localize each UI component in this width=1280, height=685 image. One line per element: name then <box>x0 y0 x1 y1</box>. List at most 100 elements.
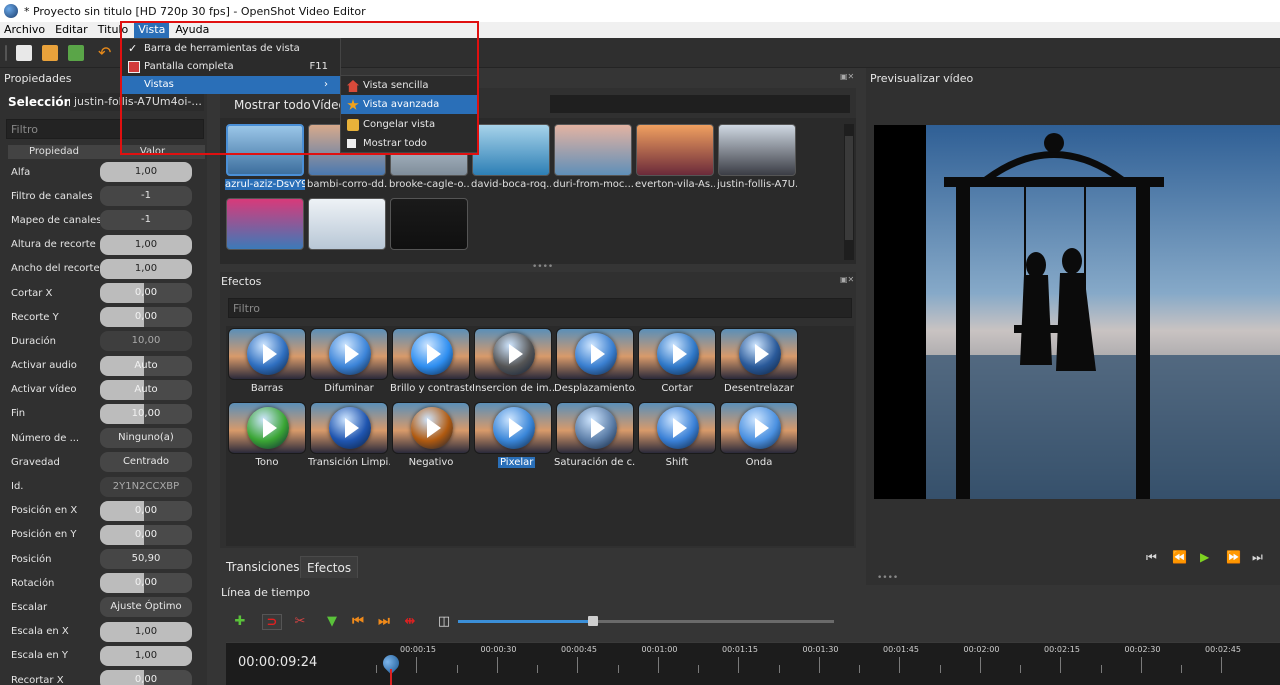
file-thumbnail[interactable] <box>226 198 304 250</box>
property-value[interactable]: -1 <box>100 186 192 207</box>
tab-effects[interactable]: Efectos <box>300 556 359 578</box>
menu-ayuda[interactable]: Ayuda <box>171 22 213 38</box>
property-row[interactable]: Id. 2Y1N2CCXBP <box>8 474 205 498</box>
menuitem-freeze-view[interactable]: Congelar vista <box>341 115 477 134</box>
menuitem-toolbar[interactable]: ✓ Barra de herramientas de vista <box>122 40 340 58</box>
property-value[interactable]: 0,00 <box>100 283 192 304</box>
menu-titulo[interactable]: Titulo <box>94 22 133 38</box>
property-value[interactable]: Centrado <box>100 452 192 473</box>
effect-thumbnail[interactable] <box>556 402 634 454</box>
effect-thumbnail[interactable] <box>392 402 470 454</box>
menuitem-simple-view[interactable]: Vista sencilla <box>341 76 477 95</box>
property-row[interactable]: Altura de recorte 1,00 <box>8 233 205 257</box>
effect-thumbnail[interactable] <box>720 402 798 454</box>
add-track-icon[interactable]: ✚ <box>232 614 248 630</box>
razor-icon[interactable]: ✂ <box>292 614 308 630</box>
files-search-input[interactable] <box>550 95 850 113</box>
property-value[interactable]: -1 <box>100 210 192 231</box>
property-value[interactable]: Ajuste Óptimo <box>100 597 192 618</box>
files-dock-buttons-icon[interactable]: ▣✕ <box>840 72 856 81</box>
property-row[interactable]: Fin 10,00 <box>8 402 205 426</box>
property-row[interactable]: Posición 50,90 <box>8 547 205 571</box>
zoom-slider-track[interactable] <box>594 620 834 623</box>
property-value[interactable]: 0,00 <box>100 670 192 685</box>
file-thumbnail[interactable] <box>390 198 468 250</box>
previous-marker-icon[interactable]: ⏮ <box>350 614 366 630</box>
property-row[interactable]: Activar vídeo Auto <box>8 378 205 402</box>
property-row[interactable]: Rotación 0,00 <box>8 571 205 595</box>
tab-transitions[interactable]: Transiciones <box>220 556 306 578</box>
effect-thumbnail[interactable] <box>638 328 716 380</box>
property-value[interactable]: 50,90 <box>100 549 192 570</box>
property-value[interactable]: 1,00 <box>100 645 192 666</box>
play-button[interactable]: ▶ <box>1200 550 1209 564</box>
property-row[interactable]: Filtro de canales -1 <box>8 184 205 208</box>
property-value[interactable]: 0,00 <box>100 500 192 521</box>
zoom-slider-filled[interactable] <box>458 620 594 623</box>
effect-thumbnail[interactable] <box>228 328 306 380</box>
property-row[interactable]: Alfa 1,00 <box>8 160 205 184</box>
property-row[interactable]: Mapeo de canales -1 <box>8 208 205 232</box>
property-value[interactable]: 0,00 <box>100 307 192 328</box>
effect-thumbnail[interactable] <box>392 328 470 380</box>
file-thumbnail[interactable] <box>554 124 632 176</box>
properties-filter-input[interactable]: Filtro <box>6 119 204 139</box>
timeline-ruler[interactable]: 00:00:09:24 00:00:15 00:00:30 00:00:45 00:0… <box>226 642 1280 685</box>
property-row[interactable]: Activar audio Auto <box>8 354 205 378</box>
property-value[interactable]: 1,00 <box>100 162 192 183</box>
property-value[interactable]: 1,00 <box>100 234 192 255</box>
menu-archivo[interactable]: Archivo <box>0 22 49 38</box>
effect-thumbnail[interactable] <box>474 402 552 454</box>
new-project-icon[interactable] <box>16 45 32 61</box>
menuitem-views[interactable]: Vistas › <box>122 76 340 94</box>
property-row[interactable]: Número de ... Ninguno(a) <box>8 426 205 450</box>
property-value[interactable]: 1,00 <box>100 621 192 642</box>
effect-thumbnail[interactable] <box>474 328 552 380</box>
property-row[interactable]: Recorte Y 0,00 <box>8 305 205 329</box>
effect-thumbnail[interactable] <box>228 402 306 454</box>
zoom-slider-handle[interactable] <box>588 616 598 626</box>
property-value[interactable]: 10,00 <box>100 331 192 352</box>
jump-start-button[interactable]: ⏮ <box>1146 550 1157 565</box>
property-row[interactable]: Duración 10,00 <box>8 329 205 353</box>
file-thumbnail[interactable] <box>226 124 304 176</box>
tab-show-all[interactable]: Mostrar todo <box>234 98 311 112</box>
effects-dock-buttons-icon[interactable]: ▣✕ <box>840 275 856 284</box>
property-value[interactable]: Auto <box>100 379 192 400</box>
property-row[interactable]: Posición en X 0,00 <box>8 499 205 523</box>
file-thumbnail[interactable] <box>308 198 386 250</box>
effect-thumbnail[interactable] <box>310 328 388 380</box>
menuitem-advanced-view[interactable]: Vista avanzada <box>341 95 477 114</box>
undo-icon[interactable]: ↶ <box>98 45 114 61</box>
open-project-icon[interactable] <box>42 45 58 61</box>
snapping-icon[interactable]: ⊃ <box>262 614 282 630</box>
effects-filter-input[interactable]: Filtro <box>228 298 852 318</box>
file-thumbnail[interactable] <box>636 124 714 176</box>
center-playhead-icon[interactable]: ⇹ <box>402 614 418 630</box>
selection-combo[interactable]: justin-follis-A7Um4oi-... <box>70 93 204 111</box>
property-row[interactable]: Escalar Ajuste Óptimo <box>8 595 205 619</box>
splitter-handle[interactable]: •••• <box>532 262 553 272</box>
file-thumbnail[interactable] <box>472 124 550 176</box>
files-scrollbar-thumb[interactable] <box>845 136 853 240</box>
effect-thumbnail[interactable] <box>310 402 388 454</box>
property-value[interactable]: 10,00 <box>100 403 192 424</box>
property-value[interactable]: Auto <box>100 355 192 376</box>
effect-thumbnail[interactable] <box>720 328 798 380</box>
add-marker-icon[interactable]: ▼ <box>324 614 340 630</box>
save-project-icon[interactable] <box>68 45 84 61</box>
effect-thumbnail[interactable] <box>638 402 716 454</box>
jump-end-button[interactable]: ⏭ <box>1252 550 1263 565</box>
property-value[interactable]: 0,00 <box>100 524 192 545</box>
property-value[interactable]: 0,00 <box>100 573 192 594</box>
fast-forward-button[interactable]: ⏩ <box>1226 550 1241 564</box>
property-value[interactable]: Ninguno(a) <box>100 428 192 449</box>
menuitem-show-all[interactable]: Mostrar todo <box>341 134 477 153</box>
property-row[interactable]: Ancho del recorte 1,00 <box>8 257 205 281</box>
effect-thumbnail[interactable] <box>556 328 634 380</box>
property-value[interactable]: 2Y1N2CCXBP <box>100 476 192 497</box>
files-scrollbar[interactable] <box>844 124 854 260</box>
menuitem-fullscreen[interactable]: Pantalla completa F11 <box>122 58 340 76</box>
preview-splitter-handle[interactable]: •••• <box>877 573 898 583</box>
menu-vista[interactable]: Vista <box>134 22 170 38</box>
